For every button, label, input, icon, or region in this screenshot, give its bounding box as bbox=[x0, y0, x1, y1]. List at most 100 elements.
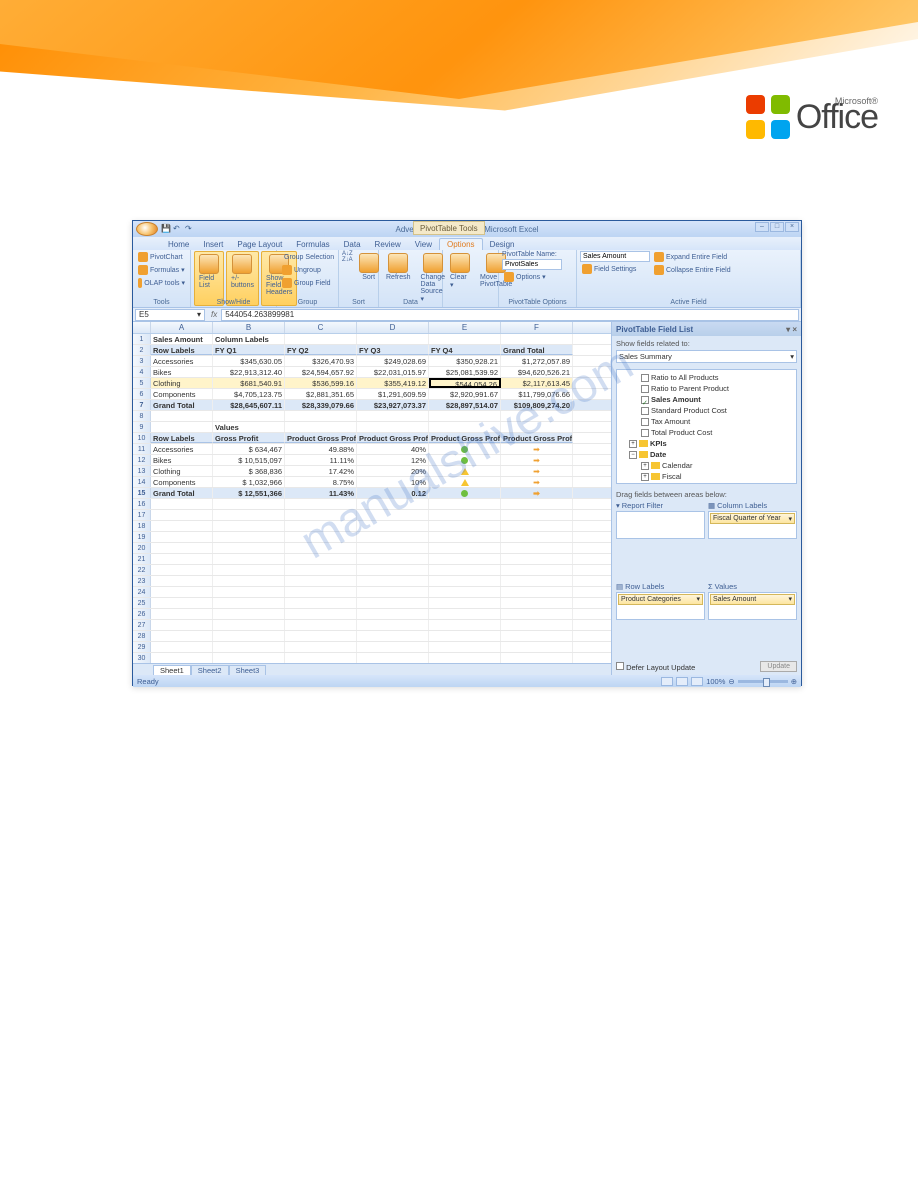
trend-arrow-icon: ➡ bbox=[533, 489, 540, 498]
pivot-options-button[interactable]: Options ▾ bbox=[502, 271, 573, 283]
expand-field-button[interactable]: Expand Entire Field bbox=[652, 251, 733, 263]
pivotchart-button[interactable]: PivotChart bbox=[136, 251, 187, 263]
expand-icon[interactable]: − bbox=[629, 451, 637, 459]
select-all[interactable] bbox=[133, 322, 151, 333]
row-labels-zone[interactable]: Product Categories▾ bbox=[616, 592, 705, 620]
plus-minus-button[interactable]: +/- buttons bbox=[226, 251, 259, 306]
maximize-button[interactable]: □ bbox=[770, 222, 784, 232]
checkbox[interactable] bbox=[641, 396, 649, 404]
tab-page-layout[interactable]: Page Layout bbox=[230, 239, 289, 250]
sheet-tab-1[interactable]: Sheet1 bbox=[153, 665, 191, 675]
group-selection-button[interactable]: Group Selection bbox=[280, 251, 335, 263]
status-green-icon bbox=[461, 490, 468, 497]
zone-item[interactable]: Product Categories▾ bbox=[618, 594, 703, 605]
active-field-input[interactable] bbox=[580, 251, 650, 262]
view-normal-icon[interactable] bbox=[661, 677, 673, 686]
defer-checkbox[interactable]: Defer Layout Update bbox=[616, 662, 695, 672]
tab-home[interactable]: Home bbox=[161, 239, 196, 250]
drag-label: Drag fields between areas below: bbox=[612, 487, 801, 500]
tab-options[interactable]: Options bbox=[439, 238, 483, 250]
expand-icon[interactable]: + bbox=[629, 440, 637, 448]
olap-tools-button[interactable]: OLAP tools ▾ bbox=[136, 277, 187, 289]
pivotchart-icon bbox=[138, 252, 148, 262]
folder-icon bbox=[651, 462, 660, 469]
sheet-body[interactable]: 1Sales AmountColumn Labels 2Row LabelsFY… bbox=[133, 334, 611, 663]
group-tools-label: Tools bbox=[133, 299, 190, 306]
trend-arrow-icon: ➡ bbox=[533, 456, 540, 465]
report-filter-zone[interactable] bbox=[616, 511, 705, 539]
group-sort-label: Sort bbox=[339, 299, 378, 306]
minimize-button[interactable]: – bbox=[755, 222, 769, 232]
fx-icon[interactable]: fx bbox=[211, 310, 217, 319]
column-headers: A B C D E F bbox=[133, 322, 611, 334]
col-header[interactable]: A bbox=[151, 322, 213, 333]
tab-formulas[interactable]: Formulas bbox=[289, 239, 336, 250]
show-fields-select[interactable]: Sales Summary▾ bbox=[616, 350, 797, 363]
zoom-in-icon[interactable]: ⊕ bbox=[791, 677, 797, 686]
col-header[interactable]: F bbox=[501, 322, 573, 333]
col-header[interactable]: D bbox=[357, 322, 429, 333]
checkbox[interactable] bbox=[641, 407, 649, 415]
checkbox[interactable] bbox=[641, 374, 649, 382]
undo-icon[interactable]: ↶ bbox=[173, 224, 183, 234]
sheet-tab-3[interactable]: Sheet3 bbox=[229, 665, 267, 675]
field-list-button[interactable]: Field List bbox=[194, 251, 224, 306]
tab-design[interactable]: Design bbox=[483, 239, 522, 250]
zone-item[interactable]: Fiscal Quarter of Year▾ bbox=[710, 513, 795, 524]
zone-item[interactable]: Sales Amount▾ bbox=[710, 594, 795, 605]
options-icon bbox=[504, 272, 514, 282]
field-settings-button[interactable]: Field Settings bbox=[580, 263, 650, 275]
zoom-level: 100% bbox=[706, 677, 725, 686]
clear-button[interactable]: Clear ▾ bbox=[446, 251, 474, 306]
group-field-icon bbox=[282, 278, 292, 288]
col-header[interactable]: E bbox=[429, 322, 501, 333]
view-layout-icon[interactable] bbox=[676, 677, 688, 686]
expand-icon[interactable]: + bbox=[641, 462, 649, 470]
group-data-label: Data bbox=[379, 299, 442, 306]
collapse-field-button[interactable]: Collapse Entire Field bbox=[652, 264, 733, 276]
pane-close-icon[interactable]: ▾ × bbox=[786, 325, 797, 334]
tab-data[interactable]: Data bbox=[337, 239, 368, 250]
formula-bar-row: E5▾ fx 544054.263899981 bbox=[133, 308, 801, 322]
sort-za-icon[interactable]: Z↓A bbox=[342, 257, 353, 263]
column-labels-zone[interactable]: Fiscal Quarter of Year▾ bbox=[708, 511, 797, 539]
chevron-down-icon[interactable]: ▾ bbox=[197, 310, 201, 319]
formulas-button[interactable]: Formulas ▾ bbox=[136, 264, 187, 276]
field-tree[interactable]: Ratio to All Products Ratio to Parent Pr… bbox=[616, 369, 797, 484]
col-header[interactable]: B bbox=[213, 322, 285, 333]
pivot-name-input[interactable] bbox=[502, 259, 562, 270]
collapse-icon bbox=[654, 265, 664, 275]
formula-bar[interactable]: 544054.263899981 bbox=[221, 309, 799, 321]
checkbox[interactable] bbox=[641, 418, 649, 426]
group-field-button[interactable]: Group Field bbox=[280, 277, 335, 289]
sheet-tab-2[interactable]: Sheet2 bbox=[191, 665, 229, 675]
trend-arrow-icon: ➡ bbox=[533, 445, 540, 454]
checkbox[interactable] bbox=[641, 429, 649, 437]
tab-review[interactable]: Review bbox=[368, 239, 408, 250]
chevron-down-icon: ▾ bbox=[790, 352, 794, 361]
sheet-tabs: Sheet1 Sheet2 Sheet3 bbox=[133, 663, 611, 675]
refresh-button[interactable]: Refresh bbox=[382, 251, 415, 306]
tab-insert[interactable]: Insert bbox=[196, 239, 230, 250]
save-icon[interactable]: 💾 bbox=[161, 224, 171, 234]
name-box[interactable]: E5▾ bbox=[135, 309, 205, 321]
plus-minus-icon bbox=[232, 254, 252, 274]
ungroup-button[interactable]: Ungroup bbox=[280, 264, 335, 276]
expand-icon[interactable]: + bbox=[641, 484, 649, 485]
zoom-out-icon[interactable]: ⊖ bbox=[728, 677, 734, 686]
tab-view[interactable]: View bbox=[408, 239, 439, 250]
office-brand: Microsoft® Office bbox=[746, 95, 878, 139]
checkbox[interactable] bbox=[641, 385, 649, 393]
values-zone[interactable]: Sales Amount▾ bbox=[708, 592, 797, 620]
update-button[interactable]: Update bbox=[760, 661, 797, 672]
view-break-icon[interactable] bbox=[691, 677, 703, 686]
col-header[interactable]: C bbox=[285, 322, 357, 333]
refresh-icon bbox=[388, 253, 408, 273]
redo-icon[interactable]: ↷ bbox=[185, 224, 195, 234]
status-green-icon bbox=[461, 446, 468, 453]
office-button[interactable] bbox=[136, 222, 158, 236]
expand-icon[interactable]: + bbox=[641, 473, 649, 481]
zoom-slider[interactable] bbox=[738, 680, 788, 683]
status-ready: Ready bbox=[137, 677, 159, 686]
close-button[interactable]: × bbox=[785, 222, 799, 232]
